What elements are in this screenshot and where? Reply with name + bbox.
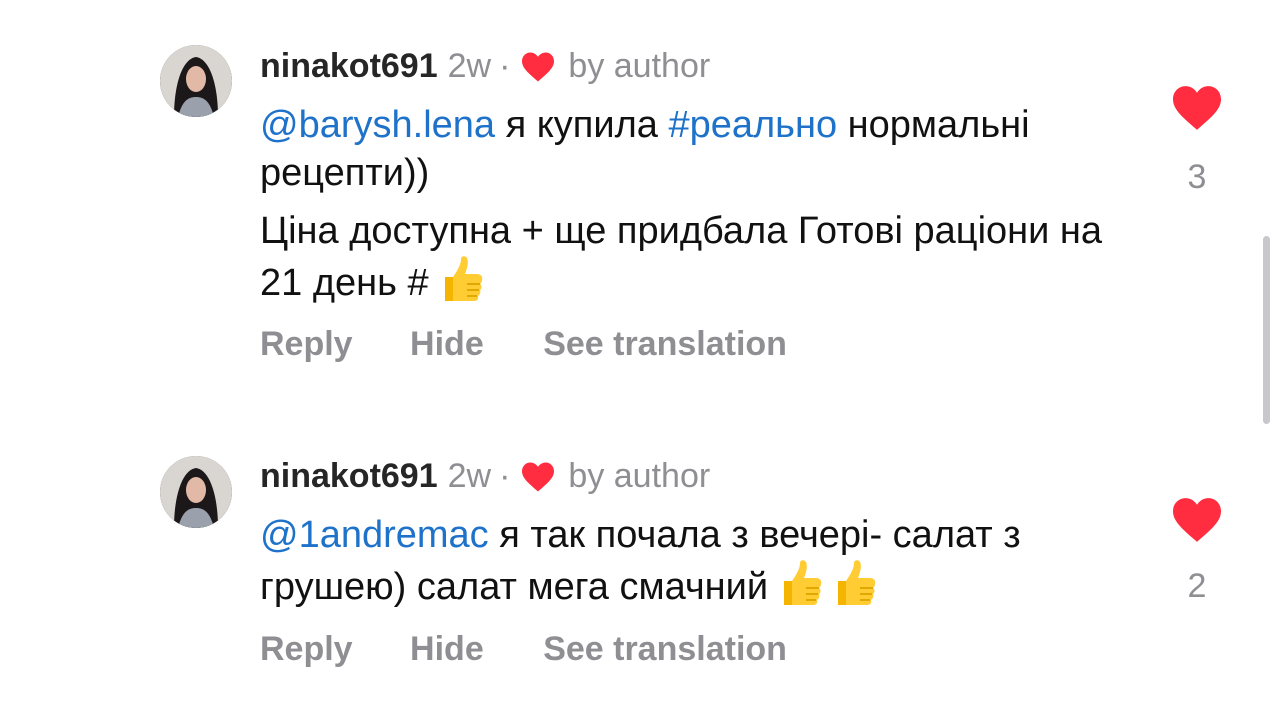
mention-link[interactable]: @1andremac xyxy=(260,514,489,556)
scrollbar[interactable] xyxy=(1263,236,1270,424)
comment-item: ninakot691 2w · by author @1andremac я т… xyxy=(0,410,1280,718)
see-translation-button[interactable]: See translation xyxy=(543,325,787,363)
thumbs-up-emoji-icon xyxy=(437,255,483,303)
avatar[interactable] xyxy=(160,45,232,117)
thumbs-up-emoji-icon xyxy=(830,559,876,607)
like-count[interactable]: 3 xyxy=(1165,158,1229,197)
comment-text: @barysh.lena я купила #реально нормальні… xyxy=(260,101,1120,197)
avatar[interactable] xyxy=(160,456,232,528)
comment-text-paragraph: Ціна доступна + ще придбала Готові раціо… xyxy=(260,207,1120,307)
like-count[interactable]: 2 xyxy=(1165,567,1229,606)
comment-meta: ninakot691 2w · by author xyxy=(260,454,710,498)
mention-link[interactable]: @barysh.lena xyxy=(260,104,495,146)
comment-item: ninakot691 2w · by author @barysh.lena я… xyxy=(0,0,1280,400)
separator: · xyxy=(499,47,511,85)
comment-actions: Reply Hide See translation xyxy=(260,325,787,364)
separator: · xyxy=(499,457,511,495)
timestamp: 2w xyxy=(447,47,492,85)
comment-text-part: я купила xyxy=(495,104,669,146)
comment-text: @1andremac я так почала з вечері- салат … xyxy=(260,511,1120,611)
comment-text-part: Ціна доступна + ще придбала Готові раціо… xyxy=(260,210,1103,304)
hide-button[interactable]: Hide xyxy=(410,630,484,668)
author-liked-heart-icon xyxy=(520,50,556,82)
hashtag-link[interactable]: #реально xyxy=(668,104,837,146)
reply-button[interactable]: Reply xyxy=(260,325,353,363)
reply-button[interactable]: Reply xyxy=(260,630,353,668)
see-translation-button[interactable]: See translation xyxy=(543,630,787,668)
comment-meta: ninakot691 2w · by author xyxy=(260,44,710,88)
like-heart-icon[interactable] xyxy=(1170,84,1224,132)
by-author-label: by author xyxy=(568,457,711,495)
username[interactable]: ninakot691 xyxy=(260,454,438,498)
author-liked-heart-icon xyxy=(520,460,556,492)
by-author-label: by author xyxy=(568,47,711,85)
comment-actions: Reply Hide See translation xyxy=(260,630,787,669)
like-heart-icon[interactable] xyxy=(1170,496,1224,544)
hide-button[interactable]: Hide xyxy=(410,325,484,363)
thumbs-up-emoji-icon xyxy=(776,559,822,607)
timestamp: 2w xyxy=(447,457,492,495)
username[interactable]: ninakot691 xyxy=(260,44,438,88)
